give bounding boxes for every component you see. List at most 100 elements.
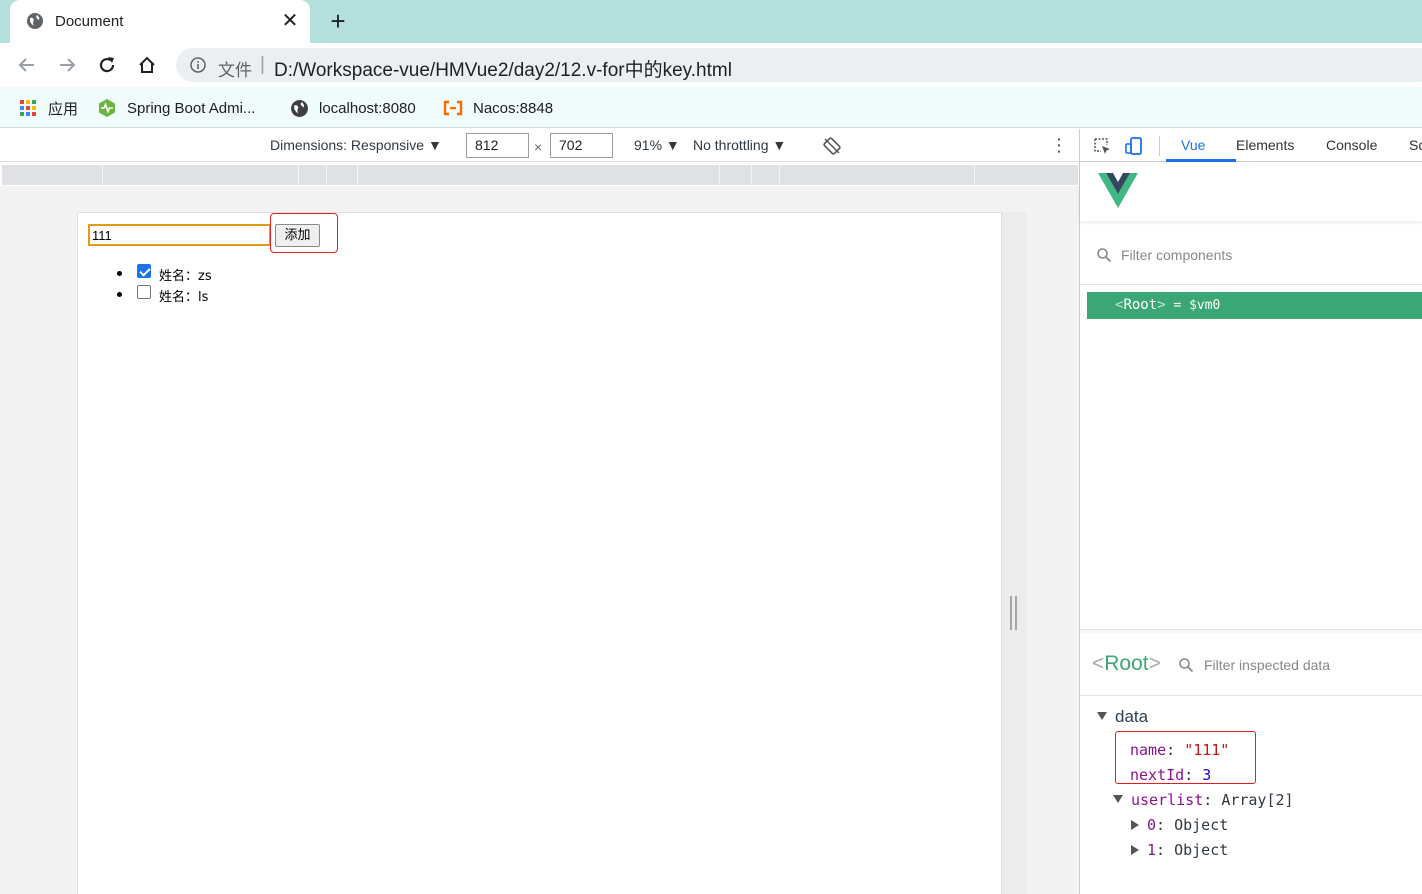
media-query-ruler bbox=[2, 165, 1078, 185]
tab-vue[interactable]: Vue bbox=[1181, 137, 1205, 153]
add-button[interactable]: 添加 bbox=[275, 224, 320, 247]
more-options-icon[interactable]: ⋮ bbox=[1050, 135, 1068, 155]
tab-elements[interactable]: Elements bbox=[1236, 137, 1294, 153]
tab-title: Document bbox=[55, 13, 124, 30]
forward-arrow-icon bbox=[60, 58, 76, 72]
search-icon bbox=[1097, 248, 1112, 263]
user-checkbox-checked[interactable] bbox=[137, 264, 151, 278]
name-input[interactable] bbox=[88, 224, 271, 246]
filter-components-placeholder: Filter components bbox=[1121, 247, 1233, 263]
angle-close: > bbox=[1148, 652, 1161, 675]
bookmark-label: 应用 bbox=[48, 100, 79, 118]
expand-triangle-icon bbox=[1113, 795, 1123, 803]
zoom-dropdown[interactable]: 91% ▼ bbox=[634, 137, 680, 153]
filter-inspected-data-input[interactable]: Filter inspected data bbox=[1204, 657, 1330, 673]
ruler-divider bbox=[102, 165, 103, 185]
inspector-header: <Root> Filter inspected data bbox=[1080, 634, 1422, 696]
viewport-resize-handle[interactable] bbox=[1010, 596, 1017, 630]
bookmark-localhost[interactable]: localhost:8080 bbox=[289, 97, 416, 119]
search-icon bbox=[1179, 658, 1194, 673]
item-key: 0 bbox=[1147, 816, 1157, 834]
inspected-component-name: <Root> bbox=[1092, 652, 1161, 676]
device-toolbar: Dimensions: Responsive ▼ 812 × 702 91% ▼… bbox=[0, 129, 1079, 162]
viewport-height-input[interactable]: 702 bbox=[550, 133, 613, 158]
bookmark-apps[interactable]: 应用 bbox=[18, 97, 78, 119]
field-sep: : bbox=[1184, 766, 1203, 784]
throttling-dropdown[interactable]: No throttling ▼ bbox=[693, 137, 786, 153]
bookmarks-bar: 应用 Spring Boot Admi... localhost:8080 Na… bbox=[0, 87, 1422, 128]
active-tab-indicator bbox=[1166, 159, 1236, 162]
nacos-icon bbox=[443, 98, 463, 118]
ruler-divider bbox=[719, 165, 720, 185]
tab-console[interactable]: Console bbox=[1326, 137, 1377, 153]
apps-grid-icon bbox=[18, 98, 38, 118]
browser-tab-document[interactable]: Document ✕ bbox=[10, 0, 310, 43]
bookmark-label: localhost:8080 bbox=[319, 99, 416, 117]
component-filter[interactable]: Filter components bbox=[1080, 231, 1422, 285]
url-scheme-label: 文件 bbox=[218, 61, 252, 80]
close-tab-icon[interactable]: ✕ bbox=[280, 9, 300, 33]
devtools-tab-bar: Vue Elements Console Sc bbox=[1080, 129, 1422, 162]
inspector-divider[interactable] bbox=[1080, 629, 1422, 633]
back-arrow-icon bbox=[18, 58, 34, 72]
bookmark-label: Nacos:8848 bbox=[473, 99, 554, 117]
component-tree-root[interactable]: <Root> = $vm0 bbox=[1087, 292, 1422, 319]
field-sep: : bbox=[1166, 741, 1185, 759]
globe-icon bbox=[27, 13, 43, 29]
ruler-divider bbox=[298, 165, 299, 185]
field-key: userlist bbox=[1131, 791, 1204, 809]
field-value: Array[2] bbox=[1221, 791, 1294, 809]
browser-toolbar: 文件 | D:/Workspace-vue/HMVue2/day2/12.v-f… bbox=[0, 43, 1422, 87]
user-name-label: 姓名：ls bbox=[159, 290, 209, 305]
back-button[interactable] bbox=[14, 52, 40, 78]
reload-button[interactable] bbox=[94, 52, 120, 78]
expand-triangle-icon bbox=[1097, 712, 1107, 720]
new-tab-button[interactable]: + bbox=[326, 8, 350, 36]
data-field-nextid[interactable]: nextId: 3 bbox=[1130, 766, 1211, 784]
home-button[interactable] bbox=[134, 52, 160, 78]
root-component-name: Root bbox=[1123, 297, 1158, 313]
userlist-item-0[interactable]: 0: Object bbox=[1131, 816, 1228, 834]
forward-button[interactable] bbox=[54, 52, 80, 78]
user-name-label: 姓名：zs bbox=[159, 269, 212, 284]
dimension-times: × bbox=[534, 139, 543, 155]
address-bar[interactable]: 文件 | D:/Workspace-vue/HMVue2/day2/12.v-f… bbox=[176, 48, 1422, 82]
browser-tab-strip: Document ✕ + bbox=[0, 0, 1422, 43]
home-icon bbox=[139, 56, 155, 73]
data-field-name[interactable]: name: "111" bbox=[1130, 741, 1229, 759]
field-value: "111" bbox=[1184, 741, 1230, 759]
bookmark-spring-boot-admin[interactable]: Spring Boot Admi... bbox=[97, 97, 255, 119]
data-section-toggle[interactable]: data bbox=[1097, 707, 1148, 727]
ruler-divider bbox=[326, 165, 327, 185]
field-value: 3 bbox=[1202, 766, 1212, 784]
vue-logo-icon bbox=[1098, 173, 1138, 208]
data-field-userlist[interactable]: userlist: Array[2] bbox=[1113, 791, 1294, 809]
devtools-panel: Vue Elements Console Sc Filter component… bbox=[1079, 129, 1422, 894]
field-sep: : bbox=[1203, 791, 1222, 809]
viewport-right-gutter bbox=[1002, 212, 1026, 894]
item-key: 1 bbox=[1147, 841, 1157, 859]
info-icon[interactable] bbox=[190, 57, 206, 73]
user-checkbox[interactable] bbox=[137, 285, 151, 299]
ruler-divider bbox=[751, 165, 752, 185]
device-mode-icon[interactable] bbox=[1124, 136, 1144, 156]
userlist-item-1[interactable]: 1: Object bbox=[1131, 841, 1228, 859]
bookmark-label: Spring Boot Admi... bbox=[127, 99, 256, 117]
url-separator: | bbox=[260, 54, 265, 75]
reload-icon bbox=[99, 57, 115, 73]
vue-devtools-header bbox=[1080, 163, 1422, 221]
rotate-icon[interactable] bbox=[822, 136, 842, 159]
item-value: Object bbox=[1174, 841, 1229, 859]
ruler-divider bbox=[357, 165, 358, 185]
tab-sources[interactable]: Sc bbox=[1409, 137, 1422, 153]
bullet bbox=[117, 271, 122, 276]
section-label: data bbox=[1115, 707, 1149, 726]
bookmark-nacos[interactable]: Nacos:8848 bbox=[443, 97, 553, 119]
inspect-element-icon[interactable] bbox=[1092, 136, 1112, 156]
dimensions-dropdown[interactable]: Dimensions: Responsive ▼ bbox=[270, 137, 442, 153]
collapsed-triangle-icon bbox=[1131, 820, 1139, 830]
angle-open: < bbox=[1092, 652, 1105, 675]
url-text[interactable]: D:/Workspace-vue/HMVue2/day2/12.v-for中的k… bbox=[274, 55, 732, 82]
viewport-width-input[interactable]: 812 bbox=[466, 133, 529, 158]
collapsed-triangle-icon bbox=[1131, 845, 1139, 855]
